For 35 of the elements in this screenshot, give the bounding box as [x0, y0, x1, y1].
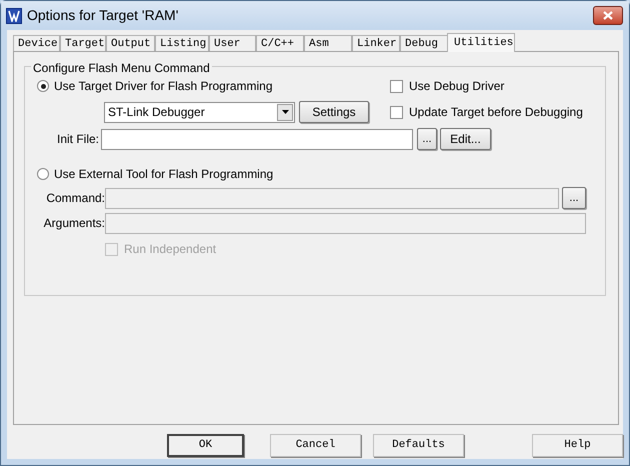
- field-label: Init File:: [56, 131, 100, 148]
- radio-label: Use External Tool for Flash Programming: [54, 166, 274, 183]
- tab[interactable]: User: [209, 35, 256, 51]
- settings-button[interactable]: Settings: [299, 101, 369, 123]
- browse-button[interactable]: ...: [417, 128, 437, 150]
- checkbox-label: Update Target before Debugging: [409, 104, 583, 121]
- radio-label: Use Target Driver for Flash Programming: [54, 78, 273, 95]
- checkbox-label: Use Debug Driver: [409, 78, 504, 95]
- radio-button[interactable]: [37, 168, 49, 180]
- app-icon: [6, 8, 22, 24]
- window-title: Options for Target 'RAM': [27, 6, 180, 25]
- tab[interactable]: Asm: [304, 35, 352, 51]
- tab[interactable]: Output: [106, 35, 155, 51]
- dialog-button[interactable]: Defaults: [373, 434, 464, 456]
- dialog-button[interactable]: Cancel: [270, 434, 361, 456]
- tab[interactable]: Utilities: [447, 33, 515, 52]
- driver-dropdown[interactable]: ST-Link Debugger: [104, 102, 295, 122]
- tab[interactable]: Listing: [155, 35, 209, 51]
- tab[interactable]: Linker: [352, 35, 400, 51]
- dialog-button[interactable]: OK: [167, 434, 244, 456]
- close-icon: [603, 11, 613, 20]
- edit-button[interactable]: Edit...: [440, 128, 491, 150]
- field-label: Arguments:: [42, 215, 105, 232]
- tab[interactable]: Device: [13, 35, 60, 51]
- init-file-field[interactable]: [101, 128, 413, 150]
- close-button[interactable]: [593, 6, 623, 25]
- tab[interactable]: Target: [60, 35, 106, 51]
- checkbox[interactable]: [390, 106, 403, 118]
- tab[interactable]: Debug: [400, 35, 448, 51]
- checkbox[interactable]: [390, 80, 403, 92]
- dialog-button[interactable]: Help: [532, 434, 623, 456]
- tab[interactable]: C/C++: [256, 35, 304, 51]
- checkbox-label: Run Independent: [124, 241, 216, 258]
- field-label: Command:: [45, 190, 105, 207]
- radio-button[interactable]: [37, 80, 49, 92]
